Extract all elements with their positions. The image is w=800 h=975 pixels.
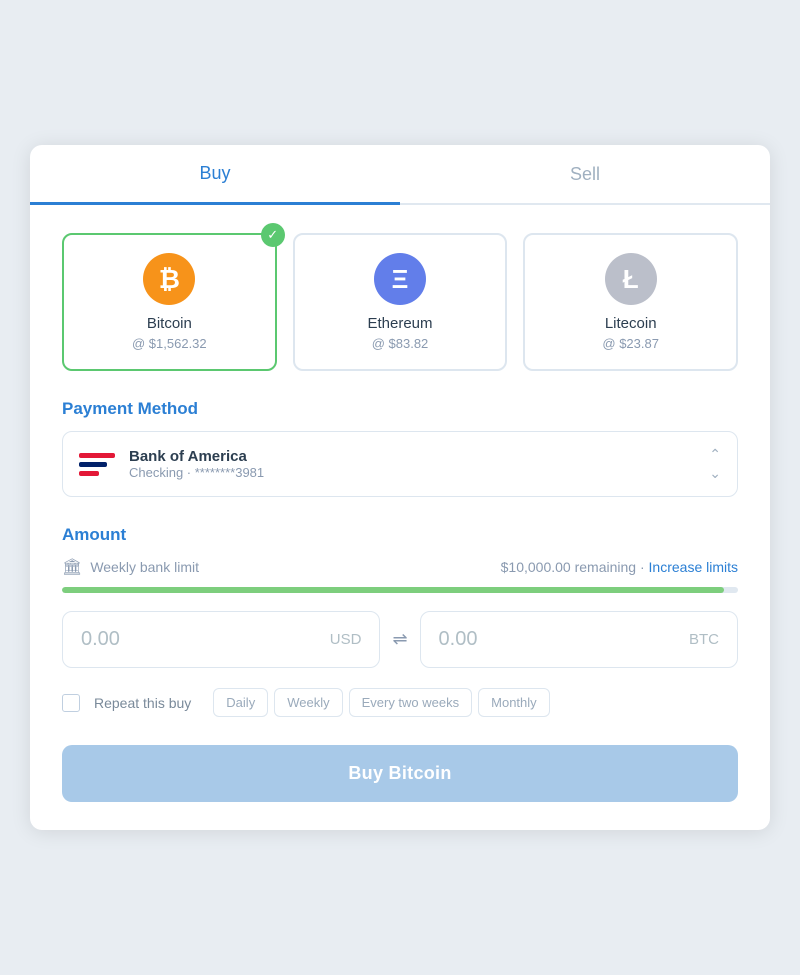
- usd-currency: USD: [330, 631, 362, 648]
- limit-remaining: $10,000.00 remaining: [501, 559, 636, 575]
- bank-of-america-logo: [79, 450, 115, 478]
- main-card: Buy Sell ✓ ₿ Bitcoin @ $1,562.32 Ξ Ether…: [30, 145, 770, 830]
- selected-check-icon: ✓: [261, 223, 285, 247]
- crypto-card-ethereum[interactable]: Ξ Ethereum @ $83.82: [293, 233, 508, 371]
- payment-method-label: Payment Method: [62, 399, 738, 419]
- repeat-label: Repeat this buy: [94, 695, 191, 711]
- litecoin-price: @ $23.87: [537, 336, 724, 351]
- freq-monthly[interactable]: Monthly: [478, 688, 550, 717]
- bank-info: Bank of America Checking · ********3981: [129, 448, 264, 480]
- tab-buy[interactable]: Buy: [30, 145, 400, 205]
- limit-label: Weekly bank limit: [90, 559, 199, 575]
- ethereum-name: Ethereum: [307, 315, 494, 332]
- freq-weekly[interactable]: Weekly: [274, 688, 342, 717]
- limit-separator: ·: [640, 559, 649, 575]
- limit-progress-bar: [62, 587, 738, 593]
- increase-limits-link[interactable]: Increase limits: [649, 559, 738, 575]
- btc-value: 0.00: [439, 628, 478, 651]
- litecoin-icon: Ł: [605, 253, 657, 305]
- crypto-card-bitcoin[interactable]: ✓ ₿ Bitcoin @ $1,562.32: [62, 233, 277, 371]
- payment-method-selector[interactable]: Bank of America Checking · ********3981 …: [62, 431, 738, 497]
- crypto-card-litecoin[interactable]: Ł Litecoin @ $23.87: [523, 233, 738, 371]
- freq-biweekly[interactable]: Every two weeks: [349, 688, 473, 717]
- payment-left: Bank of America Checking · ********3981: [79, 448, 264, 480]
- ethereum-price: @ $83.82: [307, 336, 494, 351]
- tab-sell[interactable]: Sell: [400, 145, 770, 203]
- bank-name: Bank of America: [129, 448, 264, 465]
- content-area: ✓ ₿ Bitcoin @ $1,562.32 Ξ Ethereum @ $83…: [30, 205, 770, 830]
- bitcoin-price: @ $1,562.32: [76, 336, 263, 351]
- buy-button[interactable]: Buy Bitcoin: [62, 745, 738, 802]
- bitcoin-icon: ₿: [143, 253, 195, 305]
- repeat-row: Repeat this buy Daily Weekly Every two w…: [62, 688, 738, 721]
- crypto-selector: ✓ ₿ Bitcoin @ $1,562.32 Ξ Ethereum @ $83…: [62, 233, 738, 371]
- usd-input-box[interactable]: 0.00 USD: [62, 611, 380, 668]
- chevron-updown-icon: ⌃ ⌄: [709, 446, 721, 482]
- usd-value: 0.00: [81, 628, 120, 651]
- amount-section-label: Amount: [62, 525, 738, 545]
- repeat-checkbox[interactable]: [62, 694, 80, 712]
- ethereum-icon: Ξ: [374, 253, 426, 305]
- limit-right: $10,000.00 remaining · Increase limits: [501, 559, 738, 575]
- btc-input-box[interactable]: 0.00 BTC: [420, 611, 738, 668]
- swap-icon[interactable]: ⇌: [392, 629, 407, 650]
- btc-currency: BTC: [689, 631, 719, 648]
- limit-progress-fill: [62, 587, 724, 593]
- amount-input-row: 0.00 USD ⇌ 0.00 BTC: [62, 611, 738, 668]
- bank-building-icon: 🏛: [62, 557, 82, 577]
- bitcoin-name: Bitcoin: [76, 315, 263, 332]
- limit-row: 🏛 Weekly bank limit $10,000.00 remaining…: [62, 557, 738, 577]
- limit-left: 🏛 Weekly bank limit: [62, 557, 199, 577]
- litecoin-name: Litecoin: [537, 315, 724, 332]
- frequency-buttons: Daily Weekly Every two weeks Monthly: [213, 688, 549, 717]
- bank-detail: Checking · ********3981: [129, 465, 264, 480]
- tab-bar: Buy Sell: [30, 145, 770, 205]
- freq-daily[interactable]: Daily: [213, 688, 268, 717]
